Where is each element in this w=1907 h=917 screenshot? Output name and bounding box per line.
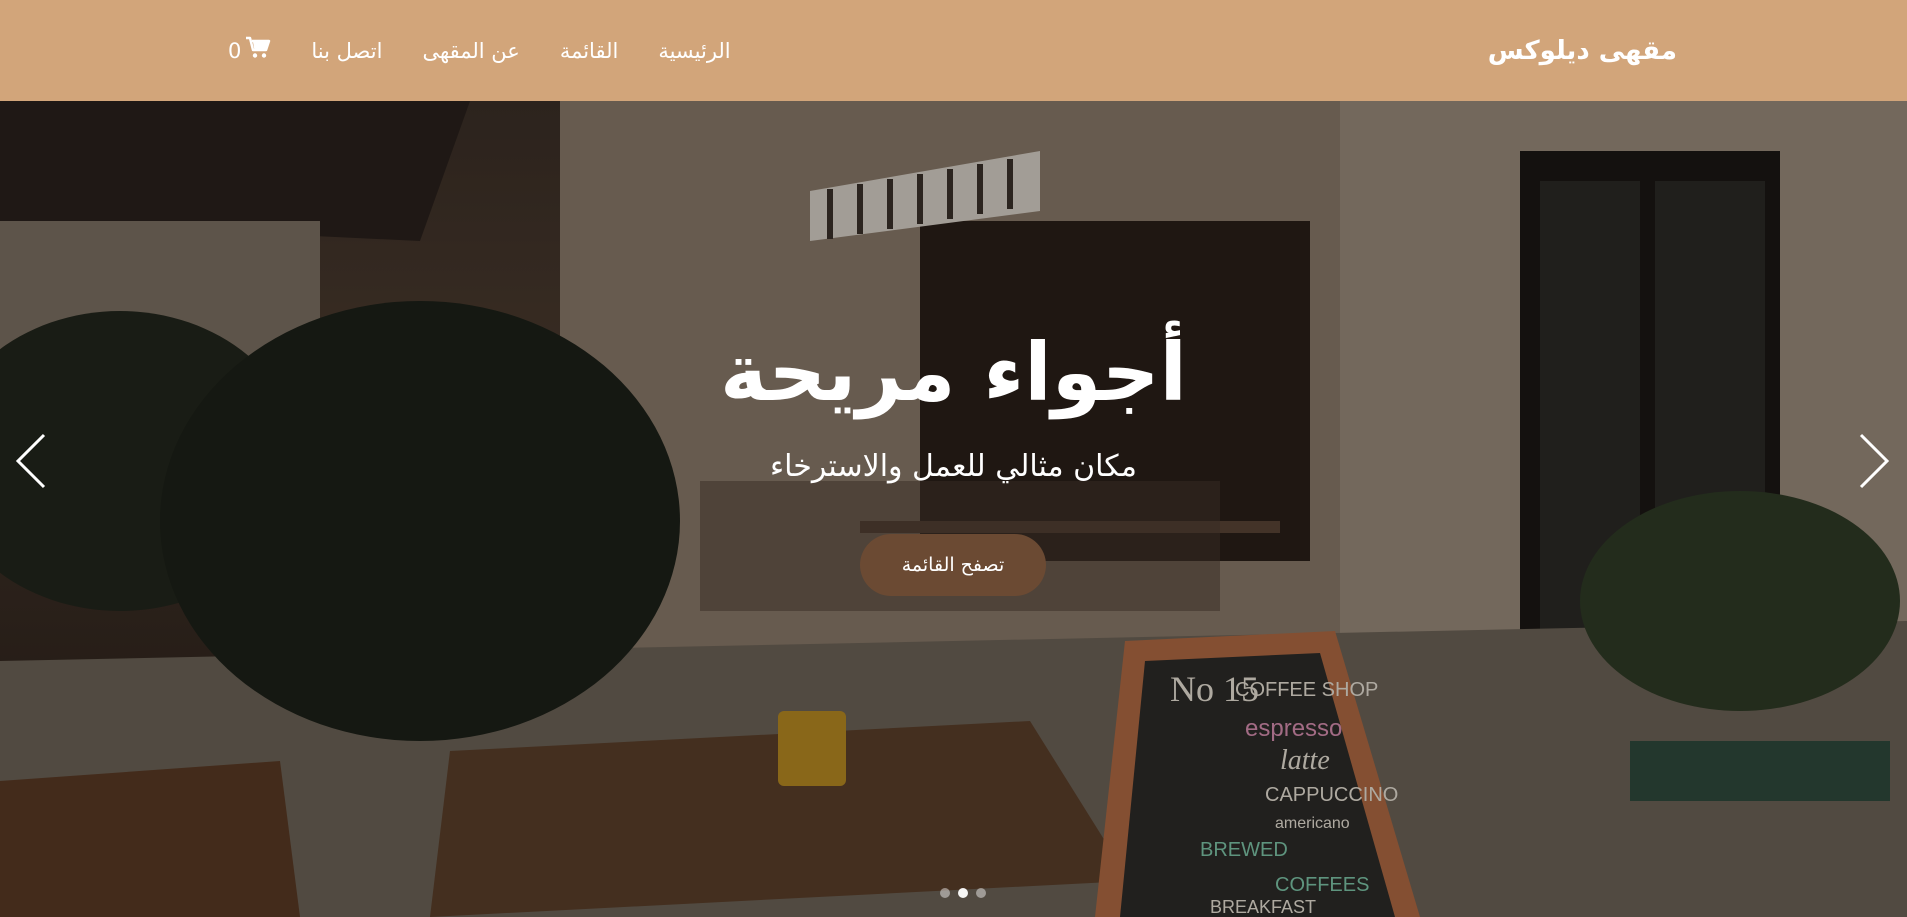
chevron-right-icon (1859, 433, 1890, 489)
nav-item-menu[interactable]: القائمة (560, 39, 619, 63)
nav-item-contact[interactable]: اتصل بنا (311, 39, 382, 63)
hero-overlay (0, 101, 1907, 917)
cart-count: 0 (228, 38, 242, 63)
carousel-dot-3[interactable] (940, 888, 950, 898)
nav-item-home[interactable]: الرئيسية (658, 39, 730, 63)
carousel-dot-2[interactable] (958, 888, 968, 898)
brand-logo[interactable]: مقهى ديلوكس (1488, 0, 1677, 101)
chevron-left-icon (15, 433, 46, 489)
navbar: 0 اتصل بنا عن المقهى القائمة الرئيسية مق… (0, 0, 1907, 101)
nav-item-about[interactable]: عن المقهى (422, 39, 519, 63)
hero-title: أجواء مريحة (720, 326, 1187, 419)
carousel-prev-button[interactable] (12, 431, 52, 491)
cart-button[interactable]: 0 (228, 36, 271, 65)
carousel-dot-1[interactable] (976, 888, 986, 898)
carousel-indicators (940, 888, 986, 898)
browse-menu-button[interactable]: تصفح القائمة (860, 534, 1046, 596)
hero-subtitle: مكان مثالي للعمل والاسترخاء (770, 449, 1137, 484)
nav-links: 0 اتصل بنا عن المقهى القائمة الرئيسية (228, 0, 771, 101)
cart-icon (241, 36, 271, 65)
hero-carousel: No 15 COFFEE SHOP espresso latte CAPPUCC… (0, 101, 1907, 917)
carousel-next-button[interactable] (1853, 431, 1893, 491)
